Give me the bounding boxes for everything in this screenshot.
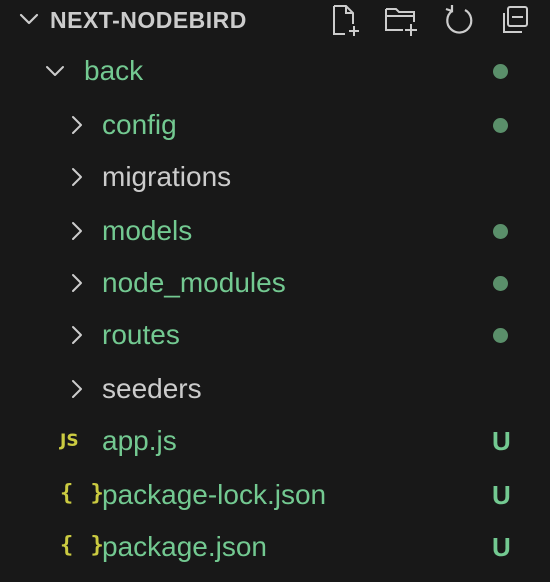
tree-folder-back[interactable]: back [0,45,550,97]
tree-item-label: package-lock.json [102,479,327,510]
modified-dot-icon [493,328,508,343]
tree-item-label: config [102,109,177,140]
tree-file-package-json[interactable]: { } package.json U [0,521,550,573]
tree-folder-seeders[interactable]: seeders [0,363,550,415]
tree-item-label: app.js [102,425,177,456]
chevron-right-icon [66,324,88,346]
new-folder-icon[interactable] [383,2,419,38]
javascript-file-icon: JS [60,431,79,451]
chevron-right-icon [66,114,88,136]
tree-folder-routes[interactable]: routes [0,309,550,361]
json-file-icon: { } [60,533,106,558]
tree-folder-models[interactable]: models [0,205,550,257]
tree-folder-node-modules[interactable]: node_modules [0,257,550,309]
chevron-down-icon[interactable] [18,8,40,30]
explorer-panel: NEXT-NODEBIRD back config migrations mod… [0,0,550,582]
tree-file-app-js[interactable]: JS app.js U [0,415,550,467]
tree-item-label: migrations [102,161,232,192]
chevron-right-icon [66,272,88,294]
collapse-all-icon[interactable] [498,2,534,38]
modified-dot-icon [493,118,508,133]
explorer-title: NEXT-NODEBIRD [50,7,247,33]
modified-dot-icon [493,276,508,291]
untracked-badge: U [492,426,511,456]
untracked-badge: U [492,532,511,562]
untracked-badge: U [492,480,511,510]
tree-item-label: models [102,215,193,246]
chevron-right-icon [66,378,88,400]
tree-item-label: back [84,55,144,86]
chevron-right-icon [66,220,88,242]
tree-item-label: node_modules [102,267,286,298]
tree-folder-config[interactable]: config [0,99,550,151]
modified-dot-icon [493,64,508,79]
new-file-icon[interactable] [326,2,362,38]
tree-item-label: seeders [102,373,202,404]
tree-file-package-lock-json[interactable]: { } package-lock.json U [0,469,550,521]
tree-item-label: routes [102,319,180,350]
tree-folder-migrations[interactable]: migrations [0,151,550,203]
json-file-icon: { } [60,481,106,506]
explorer-section-header[interactable]: NEXT-NODEBIRD [0,0,550,40]
tree-item-label: package.json [102,531,268,562]
modified-dot-icon [493,224,508,239]
refresh-icon[interactable] [441,2,477,38]
chevron-down-icon [44,60,66,82]
chevron-right-icon [66,166,88,188]
